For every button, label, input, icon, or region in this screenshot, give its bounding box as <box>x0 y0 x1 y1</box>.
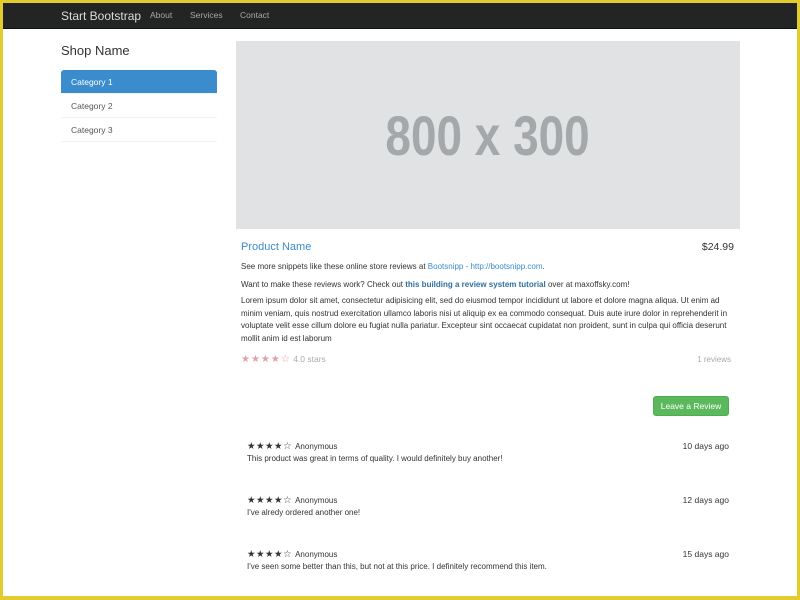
review-item: ★★★★☆ Anonymous 10 days ago This product … <box>247 441 729 463</box>
review-item: ★★★★☆ Anonymous 12 days ago I've alredy o… <box>247 495 729 517</box>
tutorial-suffix: over at maxoffsky.com! <box>547 280 630 289</box>
navbar: Start Bootstrap About Services Contact <box>3 3 797 29</box>
review-item: ★★★★☆ Anonymous 15 days ago I've seen som… <box>247 549 729 571</box>
category-item-2[interactable]: Category 2 <box>61 94 217 118</box>
review-text: This product was great in terms of quali… <box>247 454 503 463</box>
nav-link-contact[interactable]: Contact <box>240 10 269 20</box>
product-price: $24.99 <box>701 241 734 253</box>
bootsnipp-link[interactable]: Bootsnipp - http://bootsnipp.com <box>428 262 543 271</box>
page-frame: Start Bootstrap About Services Contact S… <box>3 3 797 596</box>
tutorial-link[interactable]: this building a review system tutorial <box>405 280 545 289</box>
product-image-placeholder: 800 x 300 <box>236 41 740 229</box>
product-rating: ★★★★☆ 4.0 stars <box>241 354 326 365</box>
leave-review-button[interactable]: Leave a Review <box>653 396 729 416</box>
review-author: Anonymous <box>295 496 338 505</box>
category-item-1[interactable]: Category 1 <box>61 70 217 94</box>
review-date: 15 days ago <box>682 549 729 559</box>
placeholder-label: 800 x 300 <box>385 103 591 167</box>
reviews-count: 1 reviews <box>697 355 731 364</box>
product-name-link[interactable]: Product Name <box>241 241 311 253</box>
snippets-text: See more snippets like these online stor… <box>241 262 426 271</box>
review-date: 12 days ago <box>682 495 729 505</box>
navbar-brand[interactable]: Start Bootstrap <box>61 9 141 23</box>
tutorial-line: Want to make these reviews work? Check o… <box>241 279 735 292</box>
category-list: Category 1 Category 2 Category 3 <box>61 70 217 142</box>
review-text: I've seen some better than this, but not… <box>247 562 547 571</box>
review-stars-icon: ★★★★☆ <box>247 549 293 560</box>
rating-text: 4.0 stars <box>293 354 326 364</box>
product-description: Lorem ipsum dolor sit amet, consectetur … <box>241 296 728 343</box>
snippets-suffix: . <box>542 262 545 271</box>
review-date: 10 days ago <box>682 441 729 451</box>
review-author: Anonymous <box>295 442 338 451</box>
review-stars-icon: ★★★★☆ <box>247 495 293 506</box>
shop-name: Shop Name <box>61 43 130 58</box>
rating-stars-icon: ★★★★☆ <box>241 354 291 365</box>
nav-link-services[interactable]: Services <box>190 10 223 20</box>
review-text: I've alredy ordered another one! <box>247 508 361 517</box>
category-item-3[interactable]: Category 3 <box>61 118 217 142</box>
review-author: Anonymous <box>295 550 338 559</box>
review-stars-icon: ★★★★☆ <box>247 441 293 452</box>
snippets-line: See more snippets like these online stor… <box>241 261 735 274</box>
tutorial-text: Want to make these reviews work? Check o… <box>241 280 403 289</box>
nav-link-about[interactable]: About <box>150 10 172 20</box>
